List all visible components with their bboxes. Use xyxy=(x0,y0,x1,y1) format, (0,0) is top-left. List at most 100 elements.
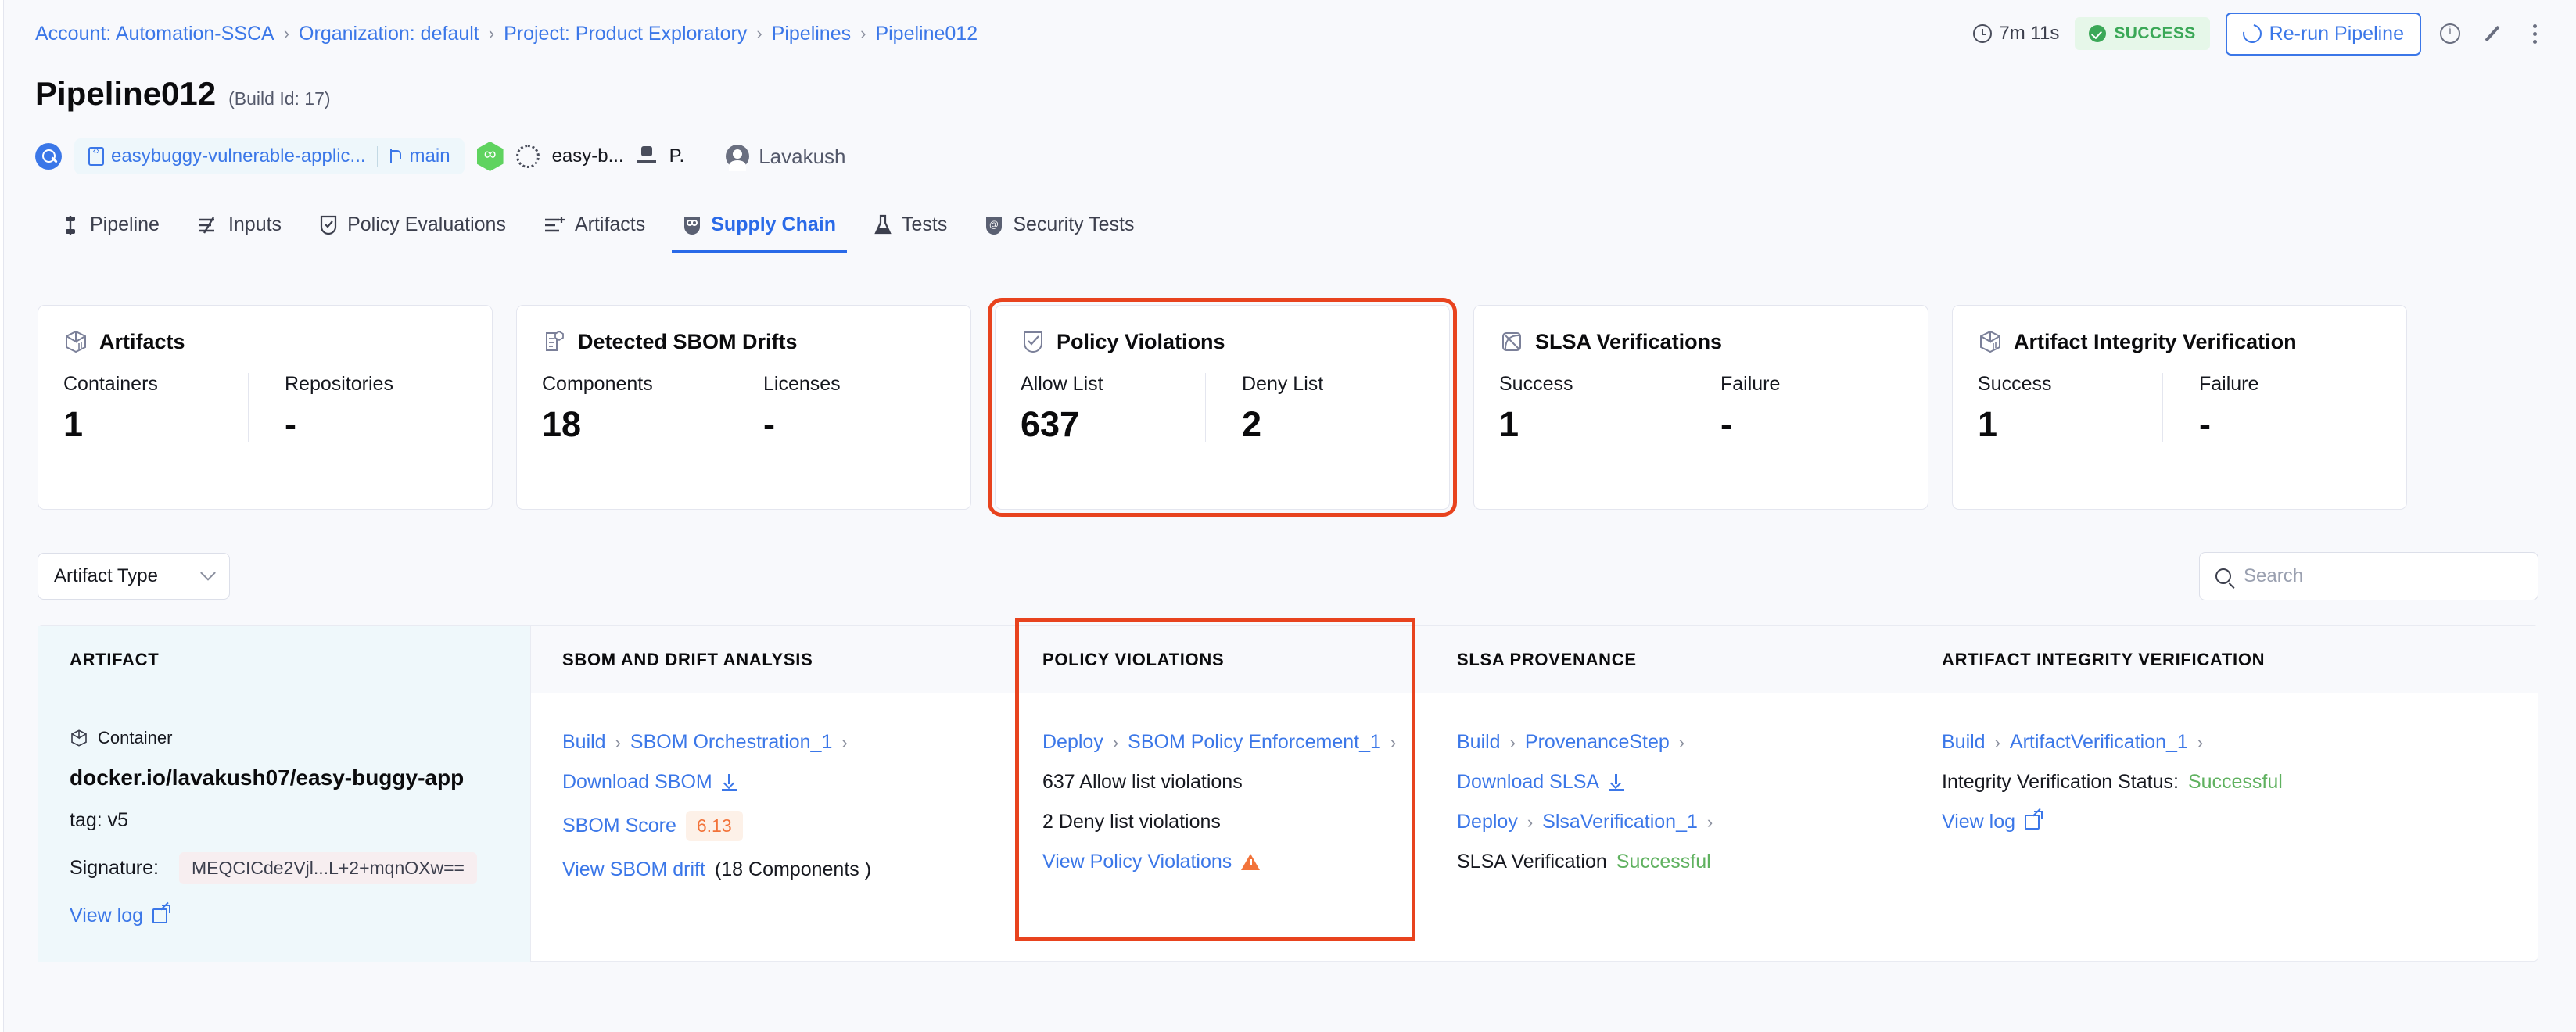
tab-security-tests[interactable]: @ Security Tests xyxy=(966,197,1153,253)
avatar-icon xyxy=(726,145,749,168)
sbom-score-badge: 6.13 xyxy=(686,811,743,841)
search-input[interactable] xyxy=(2244,565,2522,587)
tab-policy-evaluations[interactable]: Policy Evaluations xyxy=(300,197,525,253)
metric-value: - xyxy=(2199,407,2373,442)
integrity-crumb-build[interactable]: Build xyxy=(1942,731,1986,754)
download-sbom-link[interactable]: Download SBOM xyxy=(562,771,980,794)
artifact-view-log-link[interactable]: View log xyxy=(70,905,499,927)
kebab-dot xyxy=(2533,24,2537,28)
summary-card-policy-violations[interactable]: Policy Violations Allow List 637 Deny Li… xyxy=(995,305,1450,510)
tab-label: Tests xyxy=(902,213,947,236)
policy-crumb-step[interactable]: SBOM Policy Enforcement_1 xyxy=(1128,731,1381,754)
info-button[interactable] xyxy=(2437,20,2463,47)
metric-label: Failure xyxy=(2199,373,2373,396)
slsa-crumb-build[interactable]: Build xyxy=(1457,731,1501,754)
breadcrumb-separator: › xyxy=(841,733,847,753)
sbom-crumb-build[interactable]: Build xyxy=(562,731,606,754)
artifact-type-row: Container xyxy=(70,728,499,748)
column-header-policy: POLICY VIOLATIONS xyxy=(1011,626,1426,693)
artifact-signature-row: Signature: MEQCICde2Vjl...L+2+mqnOXw== xyxy=(70,852,499,884)
tab-tests[interactable]: Tests xyxy=(855,197,966,253)
integrity-cell: Build › ArtifactVerification_1 › Integri… xyxy=(1910,693,2538,962)
signature-value: MEQCICde2Vjl...L+2+mqnOXw== xyxy=(179,852,477,884)
card-header: Policy Violations xyxy=(1021,329,1424,354)
artifact-type-label: Container xyxy=(98,728,172,748)
breadcrumb-separator: › xyxy=(756,23,762,44)
breadcrumb: Account: Automation-SSCA › Organization:… xyxy=(35,23,978,45)
metric: Failure - xyxy=(1684,373,1895,442)
slsa-crumb-deploy[interactable]: Deploy xyxy=(1457,811,1518,833)
metric-label: Success xyxy=(1499,373,1684,396)
card-metrics: Success 1 Failure - xyxy=(1499,373,1903,442)
slsa-deploy-breadcrumb: Deploy › SlsaVerification_1 › xyxy=(1457,811,1879,833)
allow-list-violations: 637 Allow list violations xyxy=(1042,771,1394,794)
breadcrumb-item-project[interactable]: Project: Product Exploratory xyxy=(504,23,747,45)
policy-crumb-deploy[interactable]: Deploy xyxy=(1042,731,1103,754)
more-options-button[interactable] xyxy=(2521,20,2548,47)
breadcrumb-item-pipeline012[interactable]: Pipeline012 xyxy=(875,23,978,45)
download-icon xyxy=(1609,774,1624,791)
rerun-label: Re-run Pipeline xyxy=(2269,23,2404,45)
left-rail xyxy=(0,0,4,1032)
tab-label: Pipeline xyxy=(90,213,160,236)
branch-icon xyxy=(389,147,403,166)
sbom-score-row[interactable]: SBOM Score 6.13 xyxy=(562,811,980,841)
metric-value: - xyxy=(763,407,938,442)
refresh-icon xyxy=(2239,20,2265,46)
rerun-pipeline-button[interactable]: Re-run Pipeline xyxy=(2226,13,2421,56)
summary-card-artifacts[interactable]: Artifacts Containers 1 Repositories - xyxy=(38,305,493,510)
breadcrumb-item-pipelines[interactable]: Pipelines xyxy=(772,23,851,45)
tab-inputs[interactable]: Inputs xyxy=(178,197,300,253)
download-slsa-link[interactable]: Download SLSA xyxy=(1457,771,1879,794)
breadcrumb-separator: › xyxy=(860,23,866,44)
integrity-view-log-link[interactable]: View log xyxy=(1942,811,2506,833)
summary-card-sbom-drifts[interactable]: Detected SBOM Drifts Components 18 Licen… xyxy=(516,305,971,510)
artifact-tag: tag: v5 xyxy=(70,809,499,832)
metric-label: Repositories xyxy=(285,373,459,396)
column-header-integrity: ARTIFACT INTEGRITY VERIFICATION xyxy=(1910,626,2538,693)
column-header-artifact: ARTIFACT xyxy=(38,626,531,693)
deny-list-violations: 2 Deny list violations xyxy=(1042,811,1394,833)
card-title: Artifacts xyxy=(99,330,185,354)
summary-card-slsa-verifications[interactable]: SLSA Verifications Success 1 Failure - xyxy=(1473,305,1928,510)
integrity-crumb-step[interactable]: ArtifactVerification_1 xyxy=(2010,731,2188,754)
tab-supply-chain[interactable]: Supply Chain xyxy=(664,197,855,253)
slsa-crumb-provenance-step[interactable]: ProvenanceStep xyxy=(1525,731,1670,754)
metric-label: Allow List xyxy=(1021,373,1205,396)
slsa-crumb-verification-step[interactable]: SlsaVerification_1 xyxy=(1542,811,1698,833)
metric-value: 637 xyxy=(1021,407,1205,442)
breadcrumb-separator: › xyxy=(489,23,494,44)
tab-pipeline[interactable]: Pipeline xyxy=(41,197,178,253)
branch-link[interactable]: main xyxy=(389,145,450,167)
card-header: Detected SBOM Drifts xyxy=(542,329,945,354)
card-metrics: Allow List 637 Deny List 2 xyxy=(1021,373,1424,442)
repository-link[interactable]: easybuggy-vulnerable-applic... xyxy=(88,145,366,167)
metric: Components 18 xyxy=(542,373,727,442)
deny-list-violations-text: 2 Deny list violations xyxy=(1042,811,1221,833)
top-bar: Account: Automation-SSCA › Organization:… xyxy=(4,0,2576,67)
view-sbom-drift-row[interactable]: View SBOM drift (18 Components ) xyxy=(562,858,980,881)
breadcrumb-item-organization[interactable]: Organization: default xyxy=(299,23,479,45)
filter-row: Artifact Type xyxy=(38,552,2538,600)
breadcrumb-separator: › xyxy=(1510,733,1516,753)
sbom-crumb-step[interactable]: SBOM Orchestration_1 xyxy=(630,731,832,754)
summary-card-artifact-integrity[interactable]: Artifact Integrity Verification Success … xyxy=(1952,305,2407,510)
summary-cards: Artifacts Containers 1 Repositories - xyxy=(38,305,2407,510)
card-title: SLSA Verifications xyxy=(1535,330,1722,354)
view-policy-violations-link[interactable]: View Policy Violations xyxy=(1042,851,1394,873)
tab-artifacts[interactable]: Artifacts xyxy=(525,197,664,253)
metric-label: Components xyxy=(542,373,727,396)
integrity-step-breadcrumb: Build › ArtifactVerification_1 › xyxy=(1942,731,2506,754)
integrity-status-row: Integrity Verification Status: Successfu… xyxy=(1942,771,2506,794)
metric-value: - xyxy=(285,407,459,442)
artifact-type-select[interactable]: Artifact Type xyxy=(38,553,230,600)
breadcrumb-item-account[interactable]: Account: Automation-SSCA xyxy=(35,23,274,45)
metric: Success 1 xyxy=(1499,373,1684,442)
code-repo-icon xyxy=(88,147,104,166)
metric: Licenses - xyxy=(727,373,938,442)
view-policy-violations-label: View Policy Violations xyxy=(1042,851,1232,873)
build-id: (Build Id: 17) xyxy=(228,88,330,109)
edit-button[interactable] xyxy=(2479,20,2506,47)
search-box[interactable] xyxy=(2199,552,2538,600)
pencil-icon xyxy=(2482,23,2502,44)
